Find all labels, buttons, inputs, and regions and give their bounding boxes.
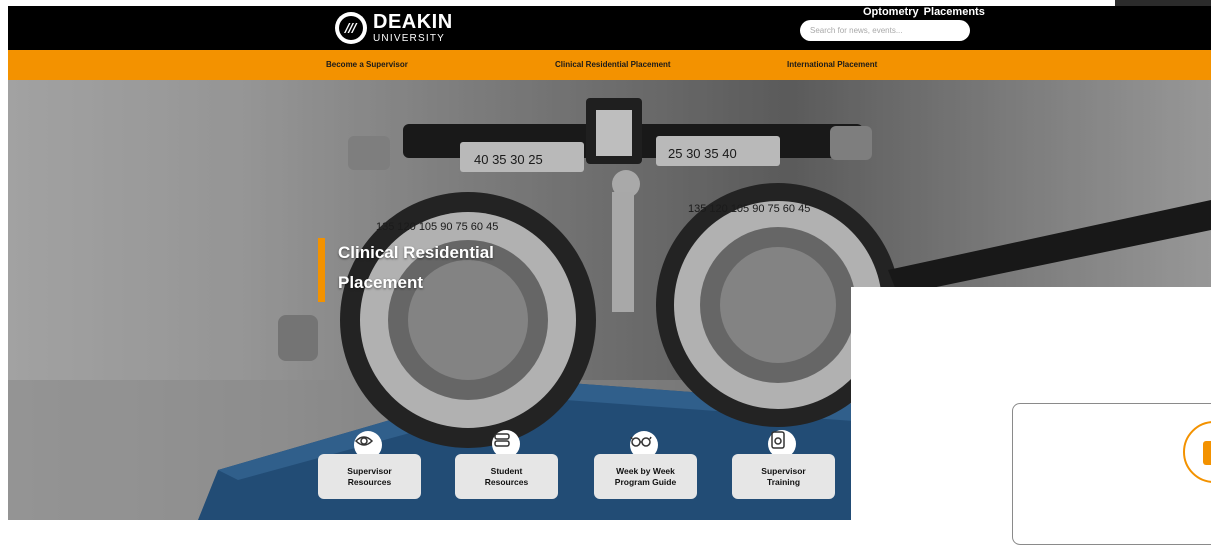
main-nav: Become a Supervisor Clinical Residential… (8, 50, 1211, 80)
search-input[interactable] (800, 20, 970, 41)
deakin-logo[interactable]: DEAKIN UNIVERSITY (335, 8, 453, 48)
tile-supervisor-resources[interactable]: Supervisor Resources (318, 454, 421, 499)
headline-line-2: Placement (338, 273, 424, 292)
hero-headline: Clinical Residential Placement (318, 238, 494, 302)
overlay-card[interactable] (1012, 403, 1211, 545)
tile-supervisor-training[interactable]: Supervisor Training (732, 454, 835, 499)
card-badge-icon (1183, 421, 1211, 483)
site-title[interactable]: Optometry Placements (863, 6, 985, 18)
headline-accent-bar (318, 238, 325, 302)
nav-international-placement[interactable]: International Placement (787, 50, 877, 80)
tile-week-by-week-guide[interactable]: Week by Week Program Guide (594, 454, 697, 499)
logo-wordmark: DEAKIN (373, 11, 453, 33)
tile-student-resources[interactable]: Student Resources (455, 454, 558, 499)
headline-line-1: Clinical Residential (338, 243, 494, 262)
nav-become-supervisor[interactable]: Become a Supervisor (326, 50, 408, 80)
top-header: DEAKIN UNIVERSITY Optometry Placements (8, 6, 1211, 50)
nav-clinical-residential-placement[interactable]: Clinical Residential Placement (555, 50, 671, 80)
deakin-emblem-icon (335, 12, 367, 44)
logo-subtitle: UNIVERSITY (373, 33, 446, 44)
